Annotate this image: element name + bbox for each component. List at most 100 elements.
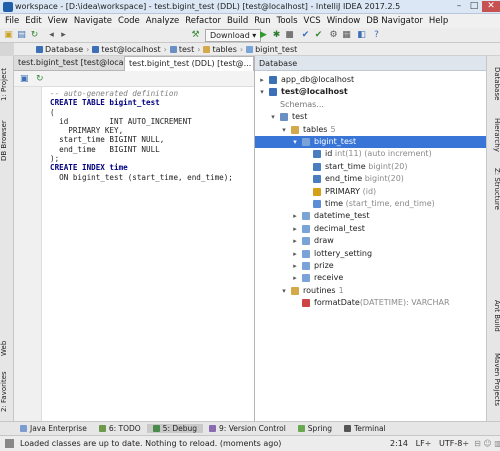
breadcrumb-item[interactable]: Database (34, 45, 85, 54)
expand-arrow-icon[interactable]: ▾ (291, 136, 299, 148)
sync-ddl-icon[interactable]: ▣ (20, 74, 29, 84)
event-log-icon[interactable]: ▥ (494, 439, 500, 448)
tree-node[interactable]: end_time bigint(20) (255, 173, 487, 185)
tree-node[interactable]: ▸ decimal_test (255, 223, 487, 235)
menu-refactor[interactable]: Refactor (182, 16, 224, 26)
debug-icon[interactable]: ✱ (271, 30, 282, 41)
close-button[interactable]: ✕ (482, 1, 500, 12)
maximize-button[interactable]: □ (467, 1, 481, 12)
db-browser-tool-tab[interactable]: DB Browser (0, 116, 14, 166)
database-tool-tab[interactable]: Database (487, 62, 500, 106)
tree-node[interactable]: start_time bigint(20) (255, 161, 487, 173)
lock-icon[interactable]: ⊟ (474, 439, 481, 448)
refresh-icon[interactable]: ↻ (36, 74, 44, 84)
build-icon[interactable]: ⚒ (190, 30, 201, 41)
sync-icon[interactable]: ↻ (29, 30, 40, 41)
menu-file[interactable]: File (2, 16, 22, 26)
tree-node[interactable]: ▸ draw (255, 235, 487, 247)
expand-arrow-icon[interactable]: ▾ (269, 111, 277, 123)
hector-icon[interactable]: ☺ (483, 439, 491, 448)
ant-build-tool-tab[interactable]: Ant Build (487, 296, 500, 336)
bottom-tab-terminal[interactable]: Terminal (338, 424, 392, 433)
sdk-icon[interactable]: ◧ (356, 30, 367, 41)
minimize-button[interactable]: – (452, 1, 466, 12)
help-icon[interactable]: ? (371, 30, 382, 41)
breadcrumb-item[interactable]: tables (201, 45, 238, 54)
expand-arrow-icon[interactable]: ▾ (280, 285, 288, 297)
tree-node[interactable]: time (start_time, end_time) (255, 198, 487, 210)
tree-node[interactable]: ▸ app_db@localhost (255, 74, 487, 86)
web-tool-tab[interactable]: Web (0, 334, 14, 362)
tree-node[interactable]: Schemas... (255, 99, 487, 111)
expand-arrow-icon[interactable]: ▾ (258, 86, 266, 98)
expand-arrow-icon[interactable]: ▸ (258, 74, 266, 86)
menu-help[interactable]: Help (426, 16, 451, 26)
menu-db-navigator[interactable]: DB Navigator (363, 16, 426, 26)
back-icon[interactable]: ◂ (46, 30, 57, 41)
bottom-tab-5-debug[interactable]: 5: Debug (146, 424, 204, 433)
tab-bigint-test-ddl[interactable]: test.bigint_test (DDL) [test@... (124, 56, 254, 71)
caret-position[interactable]: 2:14 (390, 439, 408, 448)
menu-analyze[interactable]: Analyze (143, 16, 183, 26)
menu-window[interactable]: Window (324, 16, 364, 26)
breadcrumb-item[interactable]: test@localhost (90, 45, 162, 54)
node-name: datetime_test (314, 211, 370, 221)
vcs-commit-icon[interactable]: ✔ (313, 30, 324, 41)
save-icon[interactable]: ▤ (16, 30, 27, 41)
breadcrumb-item[interactable]: test (168, 45, 196, 54)
bottom-tab-spring[interactable]: Spring (292, 424, 338, 433)
maven-projects-tool-tab[interactable]: Maven Projects (487, 346, 500, 414)
tree-node[interactable]: ▾ bigint_test (255, 136, 487, 148)
settings-icon[interactable]: ⚙ (328, 30, 339, 41)
menu-navigate[interactable]: Navigate (71, 16, 115, 26)
forward-icon[interactable]: ▸ (58, 30, 69, 41)
tree-node[interactable]: id int(11) (auto increment) (255, 148, 487, 160)
tree-node[interactable]: ▾ tables 5 (255, 124, 487, 136)
expand-arrow-icon[interactable]: ▸ (291, 272, 299, 284)
tree-node[interactable]: ▸ datetime_test (255, 210, 487, 222)
tree-node[interactable]: ▾ routines 1 (255, 285, 487, 297)
file-encoding[interactable]: UTF-8÷ (439, 439, 469, 448)
project-tool-tab[interactable]: 1: Project (0, 62, 14, 108)
line-separator[interactable]: LF÷ (416, 439, 432, 448)
stop-icon[interactable]: ■ (284, 30, 295, 41)
breadcrumb-item[interactable]: bigint_test (244, 45, 299, 54)
menu-run[interactable]: Run (251, 16, 273, 26)
hierarchy-tool-tab[interactable]: Hierarchy (487, 112, 500, 158)
menu-code[interactable]: Code (115, 16, 143, 26)
bottom-tab-java-enterprise[interactable]: Java Enterprise (14, 424, 93, 433)
tree-node[interactable]: ▸ prize (255, 260, 487, 272)
expand-arrow-icon[interactable]: ▸ (291, 248, 299, 260)
tree-node[interactable]: ▾ test (255, 111, 487, 123)
run-config-dropdown[interactable]: Download ▾ (205, 29, 262, 42)
open-folder-icon[interactable]: ▣ (3, 30, 14, 41)
bottom-tab-9-version-control[interactable]: 9: Version Control (203, 424, 292, 433)
tool-window-icon (209, 425, 217, 432)
menu-view[interactable]: View (45, 16, 71, 26)
project-structure-icon[interactable]: ▦ (341, 30, 352, 41)
expand-arrow-icon[interactable]: ▸ (291, 223, 299, 235)
expand-arrow-icon[interactable]: ▸ (291, 210, 299, 222)
tree-node[interactable]: PRIMARY (id) (255, 186, 487, 198)
menu-vcs[interactable]: VCS (301, 16, 324, 26)
menu-edit[interactable]: Edit (22, 16, 44, 26)
expand-arrow-icon[interactable]: ▸ (291, 260, 299, 272)
menu-build[interactable]: Build (224, 16, 251, 26)
database-object-icon (291, 286, 299, 295)
menu-tools[interactable]: Tools (274, 16, 301, 26)
tree-node[interactable]: ▸ receive (255, 272, 487, 284)
run-icon[interactable]: ▶ (258, 30, 269, 41)
tree-node[interactable]: ▸ lottery_setting (255, 248, 487, 260)
bottom-tab-6-todo[interactable]: 6: TODO (93, 424, 147, 433)
favorites-tool-tab[interactable]: 2: Favorites (0, 368, 14, 416)
expand-arrow-icon[interactable]: ▸ (291, 235, 299, 247)
vcs-update-icon[interactable]: ✔ (300, 30, 311, 41)
expand-arrow-icon[interactable]: ▾ (280, 124, 288, 136)
code-editor[interactable]: -- auto-generated definition CREATE TABLE… (42, 87, 254, 421)
tree-node[interactable]: ▾ test@localhost (255, 86, 487, 98)
tab-bigint-test-data[interactable]: test.bigint_test [test@localhost] (14, 56, 124, 71)
node-detail: bigint(20) (362, 174, 404, 184)
toggle-tool-windows-icon[interactable] (5, 439, 14, 448)
tree-node[interactable]: formatDate(DATETIME): VARCHAR (255, 297, 487, 309)
structure-tool-tab[interactable]: Z: Structure (487, 164, 500, 214)
